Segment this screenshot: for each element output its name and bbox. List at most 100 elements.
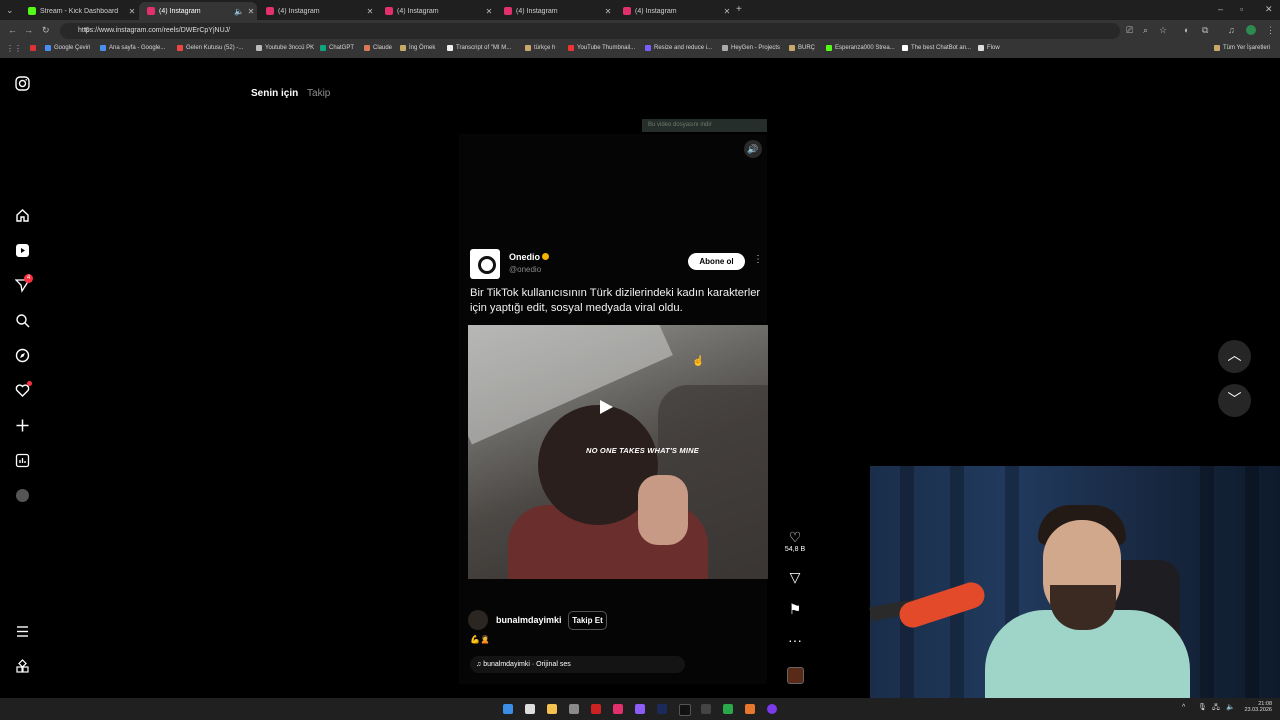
extension-icon[interactable]: ◐ — [1184, 26, 1189, 35]
dashboard-icon[interactable] — [13, 451, 31, 469]
network-icon[interactable]: 🖧 — [1212, 704, 1220, 711]
follow-button[interactable]: Takip Et — [568, 611, 607, 630]
instagram-logo-icon[interactable] — [13, 74, 31, 92]
clock[interactable]: 21:08 23.03.2026 — [1234, 701, 1272, 713]
tab-close-icon[interactable]: ✕ — [721, 7, 733, 16]
tab-title: (4) Instagram — [278, 7, 320, 15]
play-icon[interactable] — [600, 400, 613, 414]
tab-audio-icon[interactable]: 🔈 — [233, 7, 245, 16]
browser-tab[interactable]: (4) Instagram ✕ — [496, 2, 614, 20]
site-info-icon[interactable]: ⚙ — [84, 27, 90, 34]
more-options-button[interactable]: ··· — [784, 632, 806, 648]
app-icon[interactable] — [745, 704, 755, 714]
tab-close-icon[interactable]: ✕ — [245, 7, 257, 16]
messenger-icon[interactable] — [635, 704, 645, 714]
puzzle-icon[interactable]: ⧉ — [1202, 26, 1208, 35]
user-avatar[interactable] — [468, 610, 488, 630]
tab-following[interactable]: Takip — [307, 88, 330, 99]
profile-icon[interactable] — [13, 486, 31, 504]
tray-mic-icon[interactable]: 🎙 — [1198, 704, 1207, 711]
photoshop-icon[interactable] — [657, 704, 667, 714]
start-icon[interactable] — [503, 704, 513, 714]
bookmark-item[interactable]: Transcript of "MI M... — [447, 45, 511, 51]
bookmark-item[interactable]: Ana sayfa - Google... — [100, 45, 165, 51]
bookmark-item[interactable]: Esperanza000 Strea... — [826, 45, 895, 51]
bookmark-item[interactable]: BURÇ — [789, 45, 815, 51]
reload-icon[interactable]: ↻ — [42, 26, 50, 35]
like-button[interactable]: ♡ 54,8 B — [784, 529, 806, 553]
menu-icon[interactable] — [13, 622, 31, 640]
all-bookmarks-folder[interactable]: Tüm Yer İşaretleri — [1214, 45, 1270, 51]
bookmark-star-icon[interactable]: ☆ — [1159, 26, 1167, 35]
download-banner[interactable]: Bu video dosyasını indir — [642, 119, 767, 132]
browser-tab[interactable]: (4) Instagram ✕ — [258, 2, 376, 20]
audio-thumbnail[interactable] — [787, 667, 804, 684]
bookmark-item[interactable]: Google Çeviri — [45, 45, 90, 51]
window-close-icon[interactable]: ✕ — [1265, 5, 1273, 14]
browser-tab[interactable]: (4) Instagram ✕ — [615, 2, 733, 20]
chrome-icon[interactable] — [723, 704, 733, 714]
save-button[interactable]: ⚑ — [784, 601, 806, 617]
previous-reel-button[interactable]: ︿ — [1218, 340, 1251, 373]
tray-chevron-icon[interactable]: ^ — [1182, 704, 1185, 711]
bookmark-item[interactable]: ChatGPT — [320, 45, 354, 51]
opera-icon[interactable] — [591, 704, 601, 714]
bookmark-item[interactable]: türkçe h — [525, 45, 555, 51]
file-explorer-icon[interactable] — [547, 704, 557, 714]
next-reel-button[interactable]: ﹀ — [1218, 384, 1251, 417]
reels-icon[interactable] — [13, 241, 31, 259]
bookmark-item[interactable]: Flow — [978, 45, 1000, 51]
bookmark-item[interactable]: The best ChatBot an... — [902, 45, 971, 51]
tab-close-icon[interactable]: ✕ — [364, 7, 376, 16]
obs-icon[interactable] — [767, 704, 777, 714]
create-icon[interactable] — [13, 416, 31, 434]
tab-close-icon[interactable]: ✕ — [602, 7, 614, 16]
bookmark-item[interactable]: Youtube 3nccü PK — [256, 45, 314, 51]
apps-grid-icon[interactable]: ⋮⋮ — [6, 45, 22, 53]
reel-username[interactable]: bunalmdayimki — [496, 615, 562, 625]
search-icon[interactable] — [13, 311, 31, 329]
browser-tab[interactable]: Stream - Kick Dashboard ✕ — [20, 2, 138, 20]
tab-close-icon[interactable]: ✕ — [483, 7, 495, 16]
share-button[interactable]: ▽ — [784, 569, 806, 585]
maximize-icon[interactable]: ▫ — [1240, 5, 1243, 14]
more-menu-icon[interactable]: ⋮ — [1266, 26, 1275, 35]
bookmark-item[interactable]: Gelen Kutusu (52) -... — [177, 45, 243, 51]
bookmark-label: İng Örnek — [409, 45, 436, 51]
bookmark-item[interactable]: HeyGen - Projects — [722, 45, 780, 51]
bookmark-item[interactable]: Claude — [364, 45, 392, 51]
bookmark-icon — [568, 45, 574, 51]
forward-icon[interactable]: → — [24, 26, 33, 35]
settings-taskbar-icon[interactable] — [569, 704, 579, 714]
subscribe-button[interactable]: Abone ol — [688, 253, 745, 270]
browser-tab[interactable]: (4) Instagram 🔈 ✕ — [139, 2, 257, 20]
volume-icon[interactable]: 🔊 — [744, 140, 762, 158]
search-taskbar-icon[interactable] — [525, 704, 535, 714]
new-tab-icon[interactable]: + — [736, 5, 742, 15]
profile-avatar[interactable] — [1246, 25, 1256, 35]
video-caption: NO ONE TAKES WHAT'S MINE — [586, 446, 699, 455]
media-icon[interactable]: ♫ — [1228, 26, 1235, 35]
bookmark-item[interactable]: Resize and reduce i... — [645, 45, 712, 51]
address-bar[interactable]: ⚙ https://www.instagram.com/reels/DWErCp… — [60, 23, 1120, 39]
tweet-more-icon[interactable]: ⋮ — [753, 254, 763, 265]
audio-track[interactable]: ♫ bunalmdayimki · Orijinal ses — [470, 656, 685, 673]
bookmark-item[interactable]: İng Örnek — [400, 45, 435, 51]
back-icon[interactable]: ← — [8, 26, 17, 35]
bookmark-item[interactable]: YouTube Thumbnail... — [568, 45, 635, 51]
tab-for-you[interactable]: Senin için — [251, 88, 298, 99]
instagram-taskbar-icon[interactable] — [613, 704, 623, 714]
bookmark-item[interactable] — [30, 45, 39, 51]
tiktok-icon[interactable] — [679, 704, 691, 716]
minimize-icon[interactable]: – — [1218, 5, 1223, 14]
explore-icon[interactable] — [13, 346, 31, 364]
browser-tab[interactable]: (4) Instagram ✕ — [377, 2, 495, 20]
home-icon[interactable] — [13, 206, 31, 224]
meta-icon[interactable] — [13, 657, 31, 675]
tab-close-icon[interactable]: ✕ — [126, 7, 138, 16]
bookmark-icon — [447, 45, 453, 51]
capcut-icon[interactable] — [701, 704, 711, 714]
tab-search-icon[interactable]: ⌄ — [6, 6, 14, 15]
zoom-icon[interactable]: ⌕ — [1143, 26, 1148, 35]
install-icon[interactable]: ⎚ — [1126, 26, 1133, 35]
